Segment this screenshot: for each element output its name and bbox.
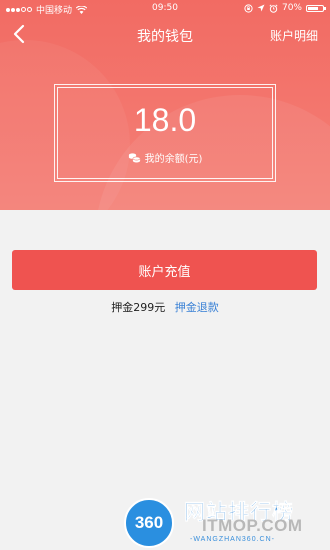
recharge-button[interactable]: 账户充值 <box>12 250 317 290</box>
account-details-button[interactable]: 账户明细 <box>270 27 318 44</box>
watermark: 360 网站排行榜 ITMOP.COM -WANGZHAN360.CN- <box>122 496 330 550</box>
balance-card-inner: 18.0 我的余额(元) <box>57 87 273 179</box>
location-icon <box>257 4 265 12</box>
wallet-header: 中国移动 09:50 70% 我的钱包 账户明细 18.0 我的余额(元) <box>0 0 330 210</box>
battery-icon <box>306 4 326 12</box>
deposit-amount: 押金299元 <box>111 301 166 314</box>
lock-rotation-icon <box>244 3 253 13</box>
balance-label-row: 我的余额(元) <box>58 150 272 165</box>
nav-bar: 我的钱包 账户明细 <box>0 18 330 52</box>
watermark-site: ITMOP.COM <box>202 516 303 535</box>
balance-label: 我的余额(元) <box>144 154 203 165</box>
battery-percent: 70% <box>281 3 302 13</box>
alarm-icon <box>269 3 278 13</box>
balance-amount: 18.0 <box>133 102 197 138</box>
deposit-row: 押金299元 押金退款 <box>0 299 330 315</box>
balance-card: 18.0 我的余额(元) <box>54 84 276 182</box>
watermark-url: -WANGZHAN360.CN- <box>190 536 275 543</box>
status-right: 70% <box>244 3 326 13</box>
battery-level <box>308 6 318 10</box>
watermark-logo: 360 <box>124 498 174 548</box>
deposit-refund-link[interactable]: 押金退款 <box>175 301 219 314</box>
status-bar: 中国移动 09:50 70% <box>0 0 330 16</box>
coins-icon <box>128 153 140 163</box>
